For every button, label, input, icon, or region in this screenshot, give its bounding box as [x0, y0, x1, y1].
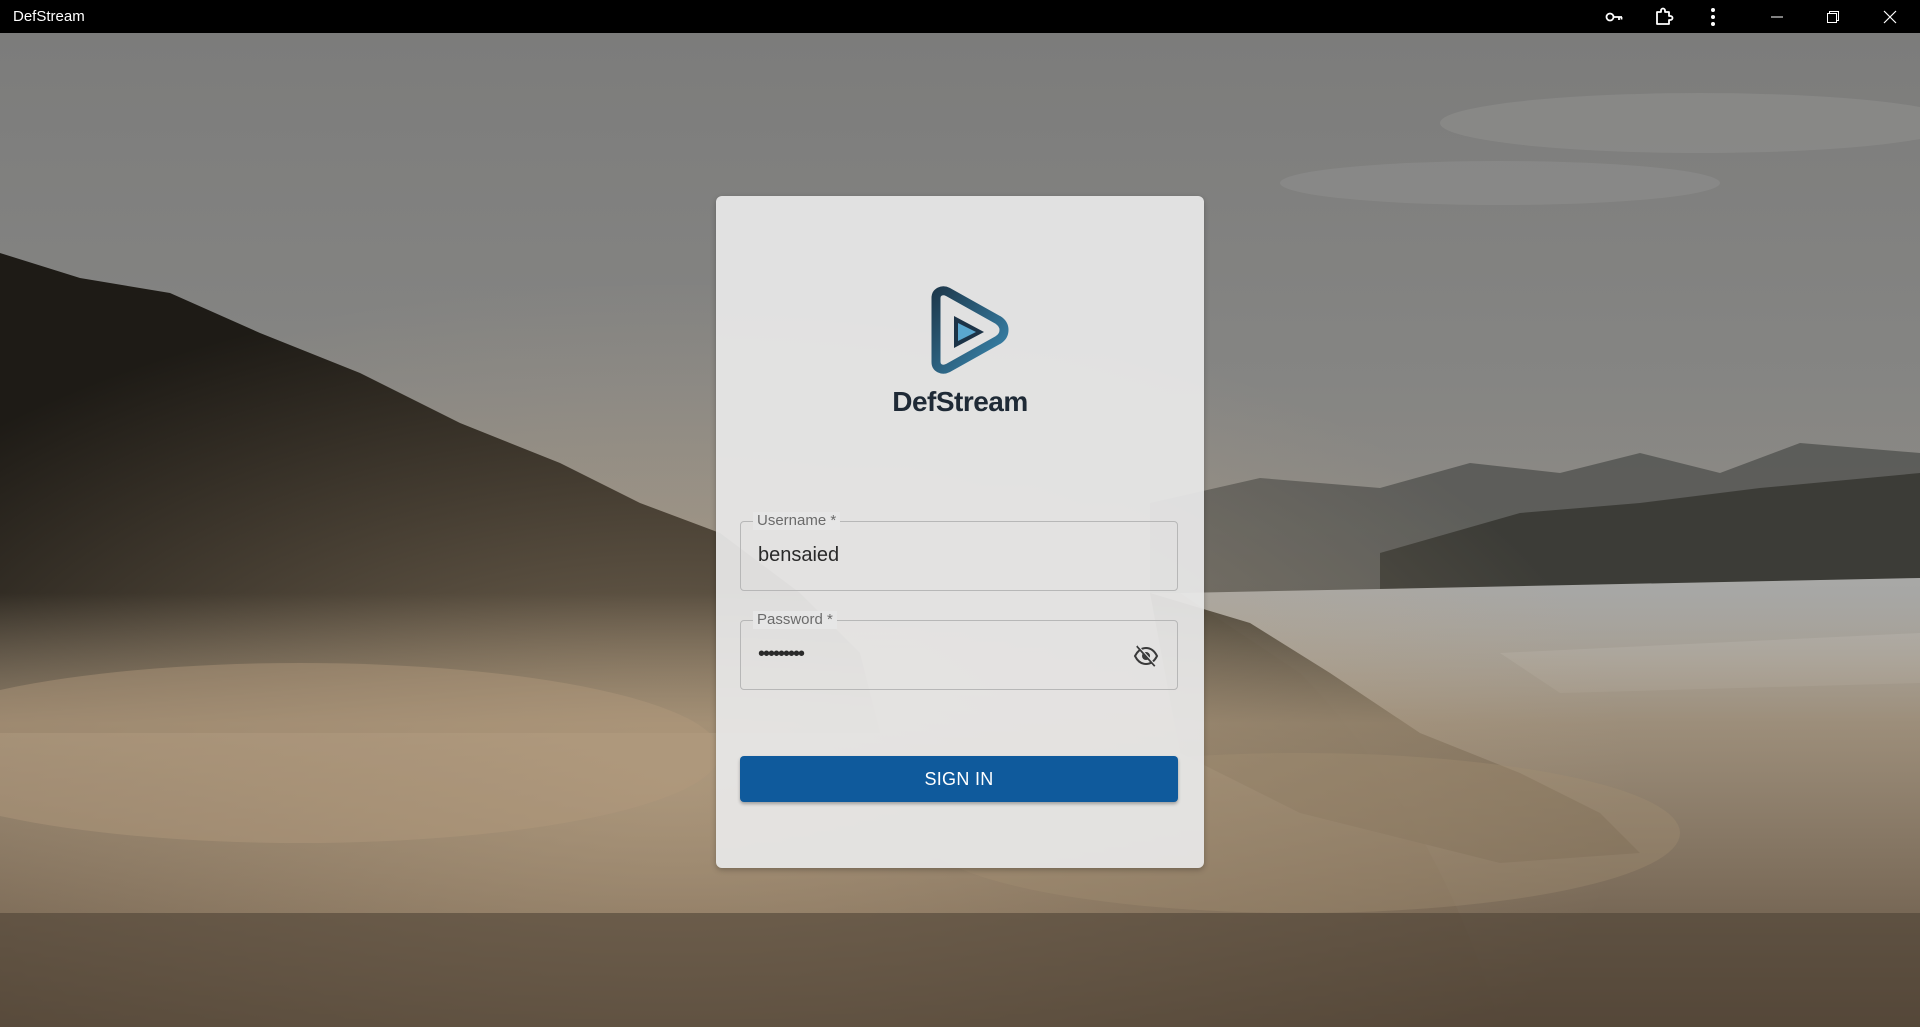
password-field[interactable]: Password * •••••••••: [740, 611, 1178, 690]
username-field[interactable]: Username * bensaied: [740, 512, 1178, 591]
close-icon[interactable]: [1867, 0, 1913, 33]
sign-in-button[interactable]: SIGN IN: [740, 756, 1178, 802]
username-input[interactable]: bensaied: [758, 544, 839, 567]
puzzle-piece-icon[interactable]: [1641, 0, 1687, 33]
title-bar: DefStream: [0, 0, 1920, 33]
login-card: DefStream Username * bensaied Password *…: [716, 196, 1204, 868]
more-vertical-icon[interactable]: [1690, 0, 1736, 33]
password-label: Password *: [753, 611, 837, 629]
restore-icon[interactable]: [1810, 0, 1856, 33]
eye-off-icon[interactable]: [1133, 643, 1159, 669]
play-triangle-logo-icon: [922, 286, 1010, 374]
app-window: DefStream DefStream Username * bensaied …: [0, 0, 1920, 1027]
minimize-icon[interactable]: [1754, 0, 1800, 33]
password-input[interactable]: •••••••••: [758, 643, 805, 666]
username-label: Username *: [753, 512, 841, 530]
key-icon[interactable]: [1591, 0, 1637, 33]
window-title: DefStream: [13, 8, 85, 25]
brand-name: DefStream: [892, 386, 1028, 417]
